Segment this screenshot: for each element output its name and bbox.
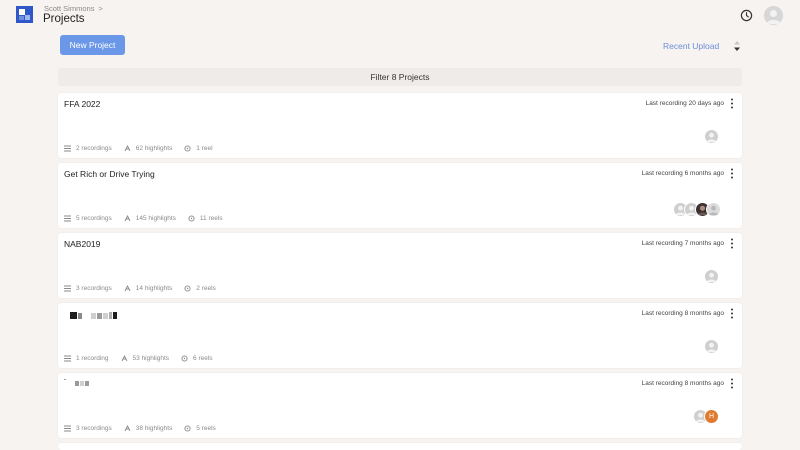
project-card[interactable]: Last recording 8 months ago 1 recording …: [58, 303, 742, 368]
logo-icon[interactable]: [16, 6, 33, 23]
recordings-label: 5 recordings: [76, 215, 112, 222]
member-avatar: [704, 339, 719, 354]
project-stats: 2 recordings 62 highlights 1 reel: [64, 145, 213, 152]
user-avatar[interactable]: [764, 6, 783, 25]
project-card[interactable]: FFA 2022 Last recording 20 days ago 2 re…: [58, 93, 742, 158]
last-recording: Last recording 8 months ago: [641, 310, 724, 317]
highlights-label: 38 highlights: [135, 425, 173, 432]
reels-count: 2 reels: [184, 285, 216, 292]
member-avatars: [704, 269, 719, 284]
kebab-menu-icon[interactable]: [730, 168, 734, 179]
member-avatars: [673, 202, 721, 217]
sort-arrows-icon[interactable]: [733, 40, 741, 52]
recordings-count: 1 recording: [64, 355, 109, 362]
highlights-icon: [124, 285, 131, 292]
reels-label: 1 reel: [196, 145, 213, 152]
project-card[interactable]: [58, 443, 742, 450]
filter-bar[interactable]: Filter 8 Projects: [58, 68, 742, 86]
member-avatars: [704, 129, 719, 144]
project-title[interactable]: FFA 2022: [64, 99, 100, 109]
highlights-label: 145 highlights: [135, 215, 176, 222]
breadcrumb-workspace[interactable]: Scott Simmons: [44, 4, 94, 13]
reels-count: 6 reels: [181, 355, 213, 362]
reels-icon: [184, 285, 191, 292]
last-recording: Last recording 8 months ago: [641, 380, 724, 387]
highlights-count: 38 highlights: [124, 425, 173, 432]
kebab-menu-icon[interactable]: [730, 98, 734, 109]
kebab-menu-icon[interactable]: [730, 238, 734, 249]
clock-icon[interactable]: [740, 9, 753, 22]
new-project-button[interactable]: New Project: [60, 35, 125, 55]
highlights-count: 145 highlights: [124, 215, 176, 222]
highlights-label: 53 highlights: [132, 355, 170, 362]
recordings-icon: [64, 215, 71, 222]
highlights-icon: [124, 425, 131, 432]
page-title: Projects: [43, 13, 85, 25]
redacted-project-title[interactable]: [70, 312, 120, 320]
highlights-count: 53 highlights: [121, 355, 170, 362]
recordings-count: 5 recordings: [64, 215, 112, 222]
app-header: Scott Simmons > Projects: [0, 0, 800, 32]
recordings-icon: [64, 145, 71, 152]
last-recording: Last recording 6 months ago: [641, 170, 724, 177]
breadcrumb[interactable]: Scott Simmons >: [44, 4, 103, 13]
reels-count: 5 reels: [184, 425, 216, 432]
highlights-count: 14 highlights: [124, 285, 173, 292]
project-card[interactable]: NAB2019 Last recording 7 months ago 3 re…: [58, 233, 742, 298]
highlights-icon: [121, 355, 127, 362]
highlights-icon: [124, 215, 131, 222]
recordings-icon: [64, 285, 71, 292]
last-recording: Last recording 7 months ago: [641, 240, 724, 247]
recordings-label: 1 recording: [76, 355, 109, 362]
recordings-label: 3 recordings: [76, 285, 112, 292]
highlights-count: 62 highlights: [124, 145, 173, 152]
recordings-label: 2 recordings: [76, 145, 112, 152]
highlights-label: 62 highlights: [135, 145, 173, 152]
kebab-menu-icon[interactable]: [730, 308, 734, 319]
breadcrumb-separator: >: [98, 4, 103, 13]
reels-icon: [181, 355, 188, 362]
project-stats: 3 recordings 38 highlights 5 reels: [64, 425, 216, 432]
project-stats: 5 recordings 145 highlights 11 reels: [64, 215, 223, 222]
highlights-label: 14 highlights: [135, 285, 173, 292]
member-avatars: [704, 339, 719, 354]
reels-count: 1 reel: [184, 145, 213, 152]
reels-label: 2 reels: [196, 285, 216, 292]
recordings-icon: [64, 355, 71, 362]
member-avatars: H: [693, 409, 719, 424]
member-avatar-initial: H: [704, 409, 719, 424]
reels-icon: [188, 215, 195, 222]
reels-icon: [184, 425, 191, 432]
recordings-label: 3 recordings: [76, 425, 112, 432]
reels-icon: [184, 145, 191, 152]
member-avatar: [704, 129, 719, 144]
redacted-project-title[interactable]: [64, 379, 94, 387]
highlights-icon: [124, 145, 131, 152]
project-card[interactable]: Get Rich or Drive Trying Last recording …: [58, 163, 742, 228]
recordings-count: 3 recordings: [64, 425, 112, 432]
recordings-icon: [64, 425, 71, 432]
project-stats: 3 recordings 14 highlights 2 reels: [64, 285, 216, 292]
last-recording: Last recording 20 days ago: [645, 100, 724, 107]
project-card[interactable]: Last recording 8 months ago H 3 recordin…: [58, 373, 742, 438]
project-title[interactable]: Get Rich or Drive Trying: [64, 169, 155, 179]
member-avatar: [704, 269, 719, 284]
project-title[interactable]: NAB2019: [64, 239, 100, 249]
sort-dropdown[interactable]: Recent Upload: [663, 41, 719, 51]
reels-label: 6 reels: [193, 355, 213, 362]
reels-count: 11 reels: [188, 215, 223, 222]
member-avatar: [706, 202, 721, 217]
project-stats: 1 recording 53 highlights 6 reels: [64, 355, 213, 362]
recordings-count: 3 recordings: [64, 285, 112, 292]
recordings-count: 2 recordings: [64, 145, 112, 152]
reels-label: 11 reels: [199, 215, 223, 222]
reels-label: 5 reels: [196, 425, 216, 432]
kebab-menu-icon[interactable]: [730, 378, 734, 389]
